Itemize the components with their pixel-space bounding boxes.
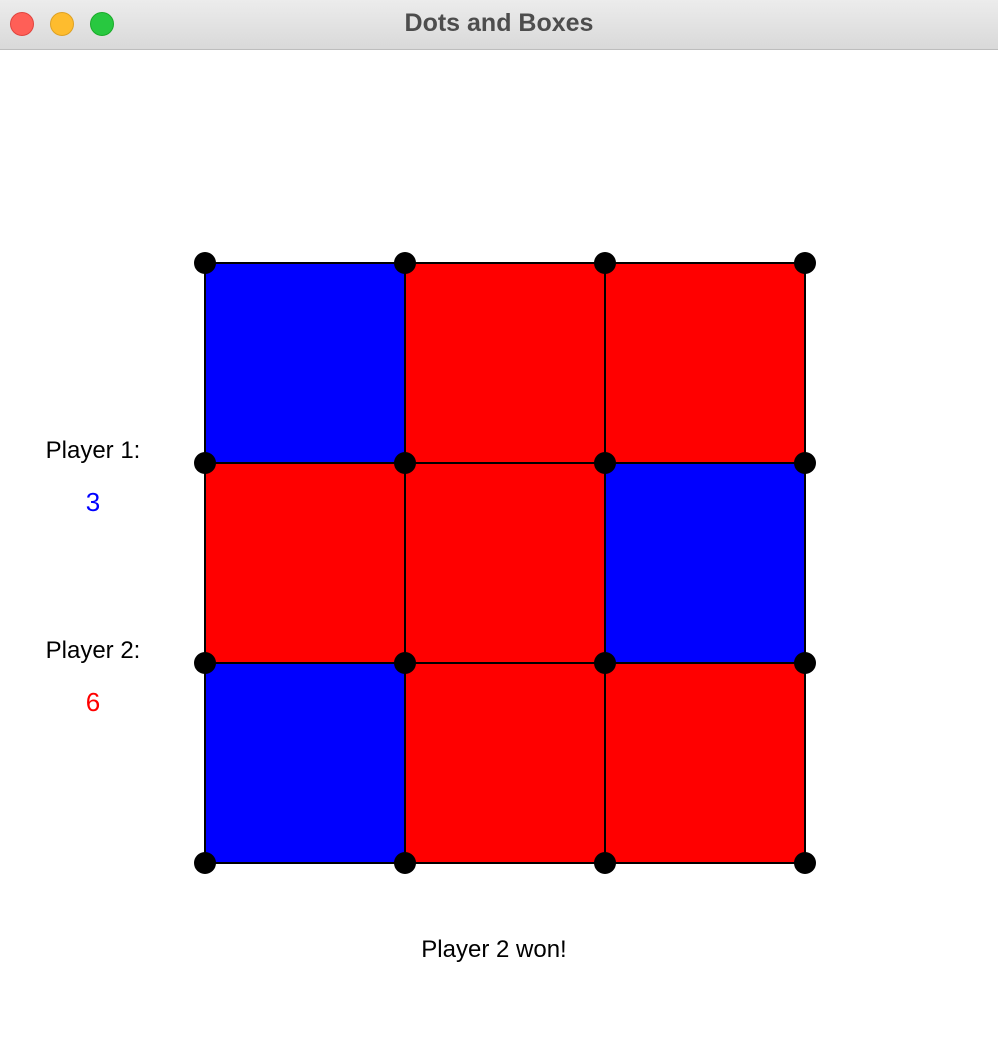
box-r1-c0	[205, 463, 405, 663]
dot-r1-c1	[394, 452, 416, 474]
game-board[interactable]	[0, 0, 998, 1054]
dot-r0-c1	[394, 252, 416, 274]
game-status: Player 2 won!	[421, 936, 567, 963]
dot-r2-c0	[194, 652, 216, 674]
box-r1-c2	[605, 463, 805, 663]
app-window: Dots and Boxes Player 1: 3 Player 2: 6 P…	[0, 0, 998, 1054]
dot-r3-c2	[594, 852, 616, 874]
box-r0-c1	[405, 263, 605, 463]
dot-r1-c0	[194, 452, 216, 474]
dot-r1-c2	[594, 452, 616, 474]
dot-r2-c3	[794, 652, 816, 674]
box-r0-c0	[205, 263, 405, 463]
dot-r1-c3	[794, 452, 816, 474]
box-r2-c1	[405, 663, 605, 863]
dot-r0-c0	[194, 252, 216, 274]
dot-r3-c1	[394, 852, 416, 874]
box-r2-c2	[605, 663, 805, 863]
dot-r2-c2	[594, 652, 616, 674]
box-r2-c0	[205, 663, 405, 863]
box-r1-c1	[405, 463, 605, 663]
dot-r3-c3	[794, 852, 816, 874]
dot-r0-c3	[794, 252, 816, 274]
dot-r0-c2	[594, 252, 616, 274]
box-r0-c2	[605, 263, 805, 463]
dot-r3-c0	[194, 852, 216, 874]
dot-r2-c1	[394, 652, 416, 674]
